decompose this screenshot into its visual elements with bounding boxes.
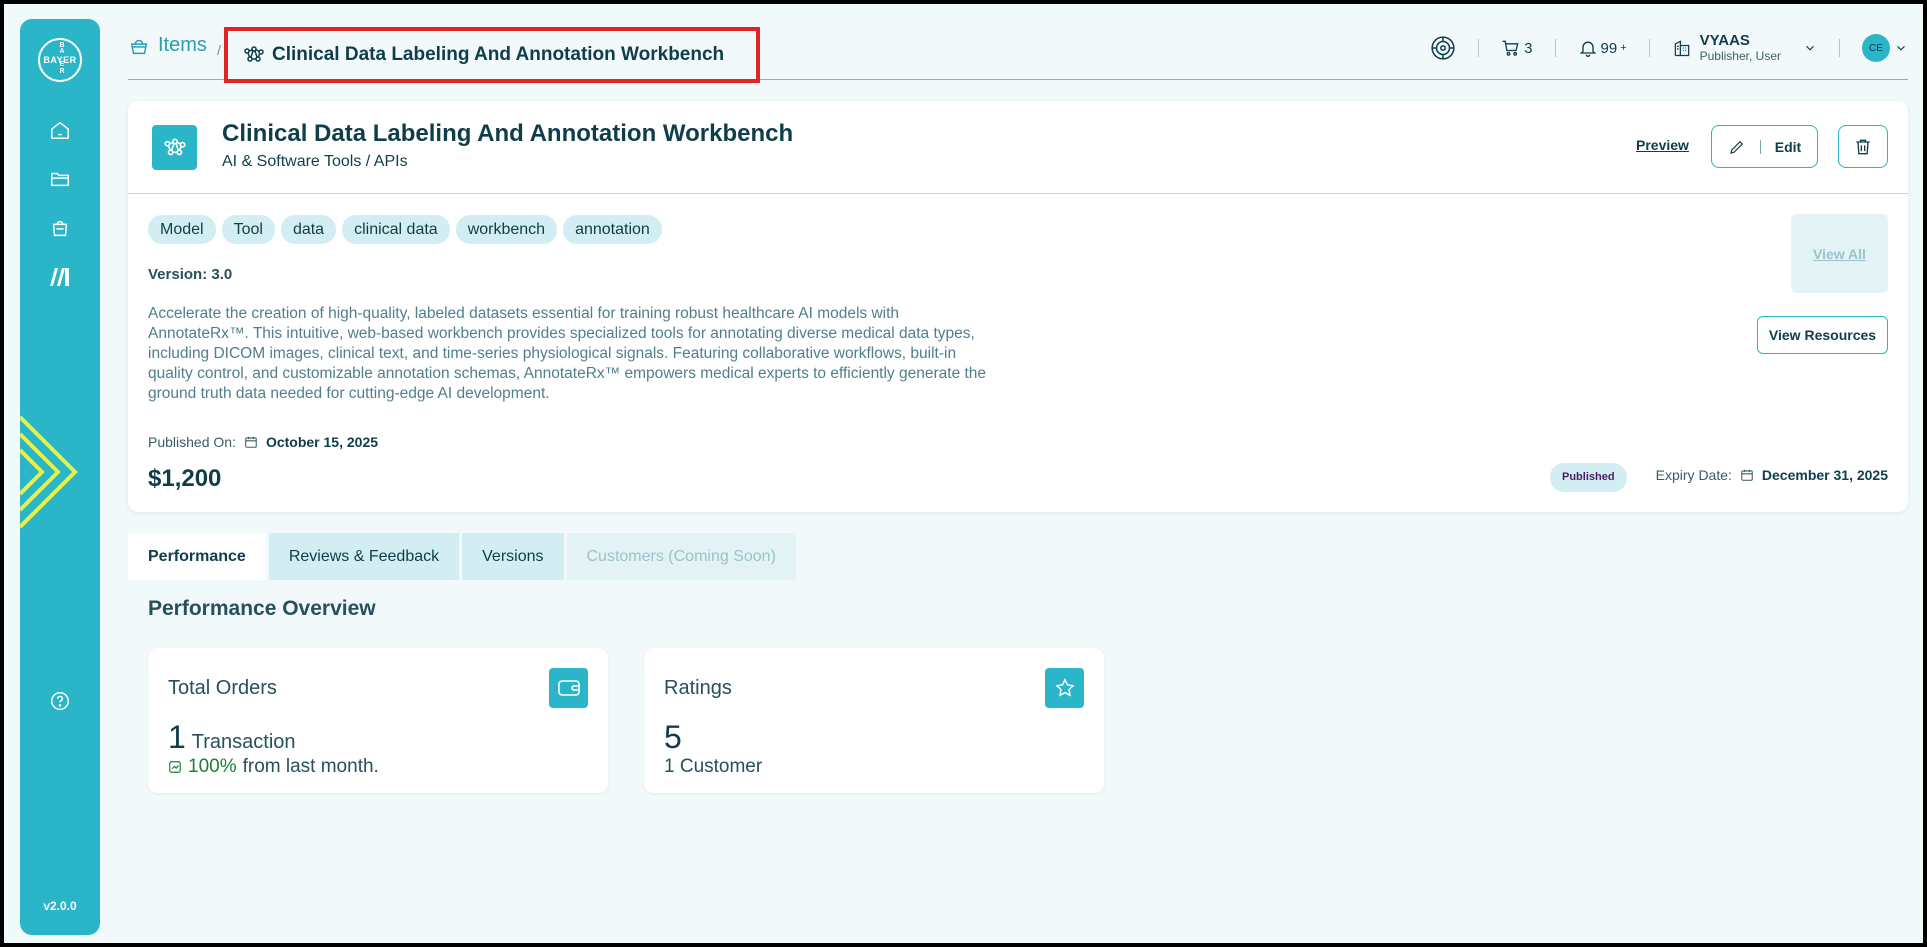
breadcrumb-root: Items xyxy=(158,34,207,56)
tag: annotation xyxy=(563,215,662,244)
user-name: VYAAS xyxy=(1699,32,1750,49)
user-menu[interactable]: VYAAS Publisher, User xyxy=(1672,33,1817,63)
item-category: AI & Software Tools / APIs xyxy=(222,153,408,170)
item-title: Clinical Data Labeling And Annotation Wo… xyxy=(222,120,794,147)
item-price: $1,200 xyxy=(148,465,222,492)
item-header: Clinical Data Labeling And Annotation Wo… xyxy=(128,101,1908,194)
avatar-menu[interactable]: CE xyxy=(1862,34,1908,62)
tab-customers: Customers (Coming Soon) xyxy=(566,533,796,580)
chevron-down-icon xyxy=(1897,45,1905,51)
total-orders-card: Total Orders 1 Transaction 100% from last… xyxy=(148,648,608,793)
brain-network-icon xyxy=(163,138,186,155)
orders-trend: 100% from last month. xyxy=(168,756,379,778)
logo-vertical-text: BA ER xyxy=(59,42,65,75)
total-orders-label: Total Orders xyxy=(168,677,277,699)
trend-up-icon xyxy=(169,761,181,773)
home-icon[interactable] xyxy=(47,117,73,143)
cart-icon xyxy=(1502,40,1519,56)
edit-button[interactable]: Edit xyxy=(1711,125,1818,168)
cart-count: 3 xyxy=(1524,39,1533,57)
basket-icon xyxy=(130,39,148,54)
orders-pct-suffix: from last month. xyxy=(242,756,379,777)
trash-icon xyxy=(1856,139,1870,154)
orders-unit: Transaction xyxy=(191,731,296,753)
chevron-down-icon xyxy=(1806,45,1814,51)
published-on: Published On: October 15, 2025 xyxy=(148,434,378,450)
tab-versions[interactable]: Versions xyxy=(462,533,564,580)
tab-reviews[interactable]: Reviews & Feedback xyxy=(268,533,460,580)
notifications-button[interactable]: 99 + xyxy=(1578,38,1627,58)
tag-list: Model Tool data clinical data workbench … xyxy=(148,215,662,244)
tag: workbench xyxy=(455,215,558,244)
avatar: CE xyxy=(1862,34,1890,62)
tag: clinical data xyxy=(342,215,450,244)
ratings-value: 5 xyxy=(664,719,682,755)
orders-pct: 100% xyxy=(188,756,237,777)
status-badge: Published xyxy=(1550,463,1627,492)
header-divider xyxy=(1554,39,1556,57)
app-window: BAYER BA ER v2.0.0 Items / Clinical Data… xyxy=(4,4,1923,943)
settings-wheel-button[interactable] xyxy=(1430,35,1456,61)
header-actions: 3 99 + VYAAS Publisher, User CE xyxy=(1430,32,1908,64)
notifications-count: 99 xyxy=(1600,39,1618,57)
breadcrumb-items-link[interactable]: Items xyxy=(128,34,207,57)
item-detail-card: Clinical Data Labeling And Annotation Wo… xyxy=(128,101,1908,512)
header-divider xyxy=(1839,39,1840,57)
top-header: Items / Clinical Data Labeling And Annot… xyxy=(128,26,1908,83)
ratings-label: Ratings xyxy=(664,677,732,699)
bayer-logo[interactable]: BAYER BA ER xyxy=(38,38,82,82)
tag: Tool xyxy=(221,215,275,244)
expiry-value: December 31, 2025 xyxy=(1761,467,1888,483)
marketplace-icon[interactable] xyxy=(47,264,73,290)
bell-icon xyxy=(1579,41,1596,57)
calendar-icon xyxy=(245,436,257,448)
preview-link[interactable]: Preview xyxy=(1636,137,1689,153)
pencil-icon xyxy=(1729,140,1743,154)
tag: data xyxy=(280,215,337,244)
breadcrumb-current: Clinical Data Labeling And Annotation Wo… xyxy=(224,27,760,83)
settings-wheel-icon xyxy=(1431,36,1455,60)
performance-title: Performance Overview xyxy=(148,597,376,620)
app-version: v2.0.0 xyxy=(43,899,77,913)
ratings-card: Ratings 5 1 Customer xyxy=(644,648,1104,793)
shopping-bag-icon[interactable] xyxy=(47,215,73,241)
published-date: October 15, 2025 xyxy=(265,434,379,450)
item-version: Version: 3.0 xyxy=(148,266,233,283)
notifications-plus: + xyxy=(1620,42,1627,54)
star-icon xyxy=(1045,668,1084,708)
edit-separator xyxy=(1759,139,1761,154)
header-divider xyxy=(1648,39,1650,57)
total-orders-value: 1 Transaction xyxy=(168,719,296,756)
wallet-icon xyxy=(549,668,588,708)
delete-button[interactable] xyxy=(1838,125,1888,168)
item-icon xyxy=(152,125,197,170)
calendar-icon xyxy=(1741,469,1753,481)
ratings-sub: 1 Customer xyxy=(664,756,763,777)
tab-performance[interactable]: Performance xyxy=(128,533,266,580)
tag: Model xyxy=(148,215,216,244)
view-resources-button[interactable]: View Resources xyxy=(1757,316,1888,354)
item-description: Accelerate the creation of high-quality,… xyxy=(148,305,987,402)
user-role: Publisher, User xyxy=(1699,49,1781,63)
breadcrumb-separator: / xyxy=(217,42,221,58)
edit-label: Edit xyxy=(1774,138,1802,155)
view-all-button[interactable]: View All xyxy=(1791,214,1888,293)
chevron-decoration-icon xyxy=(20,415,78,529)
expiry-label: Expiry Date: xyxy=(1655,467,1732,483)
cart-button[interactable]: 3 xyxy=(1501,38,1533,58)
expiry-date: Expiry Date: December 31, 2025 xyxy=(1656,467,1888,483)
building-icon xyxy=(1674,40,1689,57)
header-divider xyxy=(1478,39,1480,57)
published-label: Published On: xyxy=(148,434,236,450)
detail-tabs: Performance Reviews & Feedback Versions … xyxy=(128,533,796,580)
folder-icon[interactable] xyxy=(47,166,73,192)
brain-network-icon xyxy=(244,46,264,62)
orders-number: 1 xyxy=(168,719,186,755)
help-icon[interactable] xyxy=(47,688,73,714)
breadcrumb-current-label: Clinical Data Labeling And Annotation Wo… xyxy=(272,44,725,65)
